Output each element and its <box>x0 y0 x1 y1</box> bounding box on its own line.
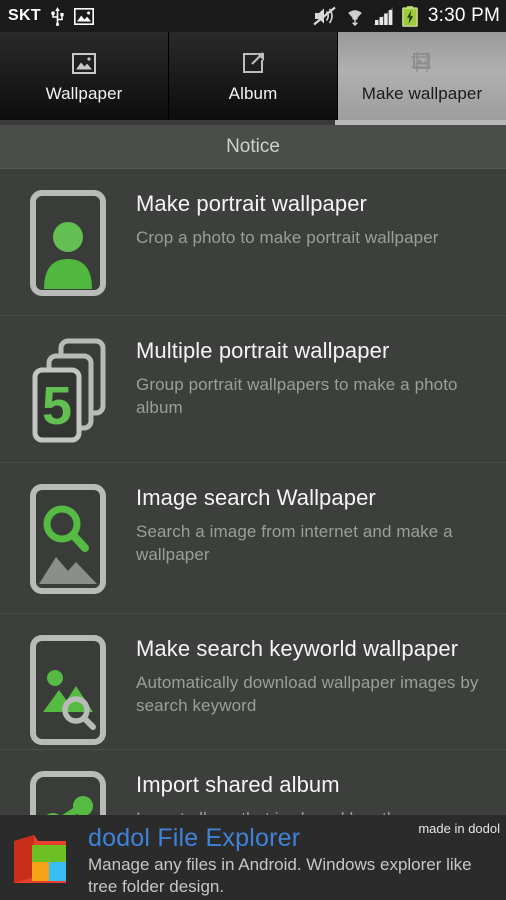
clock-label: 3:30 PM <box>427 5 500 26</box>
image-frame-icon <box>72 42 96 84</box>
tab-wallpaper[interactable]: Wallpaper <box>0 32 169 120</box>
screenshot-image-icon <box>73 7 94 25</box>
carrier-label: SKT <box>8 7 41 24</box>
list-item-text: Multiple portrait wallpaper Group portra… <box>120 334 492 419</box>
list-item-title: Multiple portrait wallpaper <box>136 338 390 363</box>
list-item-make-search-keyworld-wallpaper[interactable]: Make search keyworld wallpaper Automatic… <box>0 614 506 750</box>
status-bar-left: SKT <box>8 6 94 26</box>
list-item-title: Make search keyworld wallpaper <box>136 636 459 661</box>
tab-album[interactable]: Album <box>169 32 338 120</box>
list-item-text: Make search keyworld wallpaper Automatic… <box>120 632 492 717</box>
tab-wallpaper-label: Wallpaper <box>45 84 123 103</box>
list-item-multiple-portrait-wallpaper[interactable]: 5 Multiple portrait wallpaper Group port… <box>0 316 506 463</box>
list-item-desc: Automatically download wallpaper images … <box>136 672 479 715</box>
wifi-icon <box>348 10 362 26</box>
list-item-text: Make portrait wallpaper Crop a photo to … <box>120 187 439 249</box>
share-export-icon <box>242 42 265 84</box>
list-item-desc: Group portrait wallpapers to make a phot… <box>136 374 458 417</box>
list-item-image-search-wallpaper[interactable]: Image search Wallpaper Search a image fr… <box>0 463 506 614</box>
person-portrait-icon <box>16 187 120 297</box>
ad-banner[interactable]: dodol File Explorer Manage any files in … <box>0 815 506 900</box>
option-list: Make portrait wallpaper Crop a photo to … <box>0 169 506 896</box>
list-item-title: Make portrait wallpaper <box>136 191 367 216</box>
battery-charging-icon <box>402 5 418 27</box>
card-stack-five-icon: 5 <box>16 334 120 444</box>
ad-description: Manage any files in Android. Windows exp… <box>88 855 472 897</box>
tab-bar: Wallpaper Album Make wallpaper <box>0 32 506 120</box>
list-item-title: Image search Wallpaper <box>136 485 376 510</box>
cell-signal-icon <box>372 6 393 25</box>
ad-made-in-label: made in dodol <box>418 821 500 836</box>
magnifier-mountain-icon <box>16 481 120 595</box>
status-bar-right: 3:30 PM <box>313 5 500 27</box>
usb-icon <box>51 7 64 26</box>
list-item-text: Image search Wallpaper Search a image fr… <box>120 481 492 566</box>
colored-folder-icon <box>8 823 80 900</box>
phone-screen: SKT 3:30 PM Wallpaper Album Make wallpap… <box>0 0 506 900</box>
sound-muted-icon <box>313 6 336 26</box>
list-item-desc: Crop a photo to make portrait wallpaper <box>136 227 439 247</box>
tab-make-wallpaper[interactable]: Make wallpaper <box>338 32 506 120</box>
status-bar: SKT 3:30 PM <box>0 0 506 32</box>
list-item-make-portrait-wallpaper[interactable]: Make portrait wallpaper Crop a photo to … <box>0 169 506 316</box>
list-item-desc: Search a image from internet and make a … <box>136 521 453 564</box>
notice-bar[interactable]: Notice <box>0 125 506 169</box>
notice-label: Notice <box>226 135 280 157</box>
crop-image-icon <box>409 42 435 84</box>
svg-text:5: 5 <box>42 376 72 436</box>
photo-search-icon <box>16 632 120 746</box>
tab-make-wallpaper-label: Make wallpaper <box>361 84 483 103</box>
list-item-title: Import shared album <box>136 772 340 797</box>
tab-album-label: Album <box>228 84 278 103</box>
